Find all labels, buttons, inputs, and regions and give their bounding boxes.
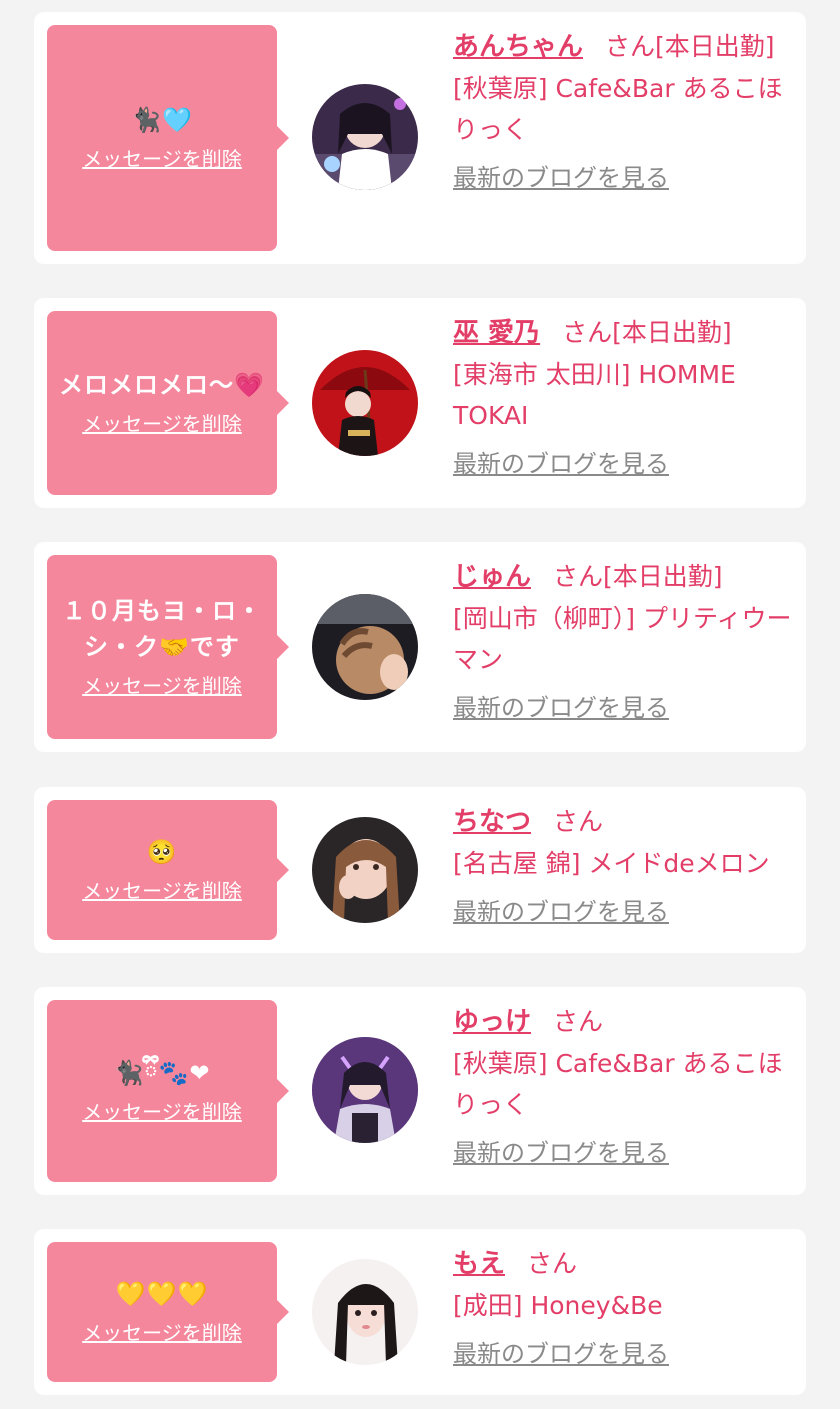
latest-blog-link[interactable]: 最新のブログを見る — [453, 892, 798, 932]
shop-label: [東海市 太田川] HOMME TOKAI — [453, 360, 736, 430]
message-bubble: １０月もヨ・ロ・シ・ク🤝です メッセージを削除 — [47, 555, 289, 739]
profile-name-link[interactable]: ゆっけ — [453, 1007, 531, 1037]
message-text: 🐈‍⬛ྀི🐾❤ — [113, 1059, 211, 1087]
attendance-badge: [本日出勤] — [603, 562, 723, 591]
message-text: 💛💛💛 — [115, 1280, 209, 1308]
honorific: さん — [527, 1249, 578, 1278]
honorific: さん — [553, 807, 604, 836]
attendance-badge: [本日出勤] — [612, 318, 732, 347]
avatar[interactable] — [312, 350, 418, 456]
profile-info: 巫 愛乃 さん[本日出勤] [東海市 太田川] HOMME TOKAI 最新のブロ… — [453, 312, 798, 484]
message-card: 🐈‍⬛ྀི🐾❤ メッセージを削除 ゆっけ さん [秋葉原] Cafe&Bar ある… — [34, 987, 806, 1195]
profile-name-link[interactable]: 巫 愛乃 — [453, 318, 540, 348]
message-card: 🐈‍⬛🩵 メッセージを削除 あんちゃん さん[本日出勤] [秋葉原] Cafe&B… — [34, 12, 806, 264]
message-text: メロメロメロ〜💗 — [59, 371, 265, 399]
delete-message-link[interactable]: メッセージを削除 — [82, 1318, 242, 1348]
avatar[interactable] — [312, 817, 418, 923]
shop-label: [岡山市（柳町）] プリティウーマン — [453, 604, 792, 674]
latest-blog-link[interactable]: 最新のブログを見る — [453, 1334, 798, 1374]
avatar[interactable] — [312, 1037, 418, 1143]
latest-blog-link[interactable]: 最新のブログを見る — [453, 688, 798, 728]
shop-label: [成田] Honey&Be — [453, 1291, 663, 1320]
shop-label: [秋葉原] Cafe&Bar あるこほりっく — [453, 1049, 783, 1119]
honorific: さん — [562, 318, 613, 347]
avatar[interactable] — [312, 594, 418, 700]
latest-blog-link[interactable]: 最新のブログを見る — [453, 158, 798, 198]
avatar[interactable] — [312, 1259, 418, 1365]
message-bubble: 🐈‍⬛🩵 メッセージを削除 — [47, 25, 289, 251]
profile-name-link[interactable]: ちなつ — [453, 807, 531, 837]
honorific: さん — [553, 562, 604, 591]
attendance-badge: [本日出勤] — [655, 32, 775, 61]
shop-label: [秋葉原] Cafe&Bar あるこほりっく — [453, 74, 783, 144]
message-card: 💛💛💛 メッセージを削除 もえ さん [成田] Honey&Be 最新のブログを見… — [34, 1229, 806, 1395]
message-text: 🥺 — [146, 838, 178, 866]
message-bubble: メロメロメロ〜💗 メッセージを削除 — [47, 311, 289, 495]
profile-info: じゅん さん[本日出勤] [岡山市（柳町）] プリティウーマン 最新のブログを見る — [453, 556, 798, 728]
profile-info: ゆっけ さん [秋葉原] Cafe&Bar あるこほりっく 最新のブログを見る — [453, 1001, 798, 1173]
message-text: 🐈‍⬛🩵 — [131, 106, 193, 134]
honorific: さん — [553, 1007, 604, 1036]
message-card: メロメロメロ〜💗 メッセージを削除 巫 愛乃 さん[本日出勤] [東海市 太田川]… — [34, 298, 806, 508]
delete-message-link[interactable]: メッセージを削除 — [82, 671, 242, 701]
delete-message-link[interactable]: メッセージを削除 — [82, 144, 242, 174]
profile-info: あんちゃん さん[本日出勤] [秋葉原] Cafe&Bar あるこほりっく 最新の… — [453, 26, 798, 198]
message-card: 🥺 メッセージを削除 ちなつ さん [名古屋 錦] メイドdeメロン 最新のブログ… — [34, 787, 806, 953]
delete-message-link[interactable]: メッセージを削除 — [82, 409, 242, 439]
profile-name-link[interactable]: もえ — [453, 1249, 505, 1279]
avatar[interactable] — [312, 84, 418, 190]
profile-info: もえ さん [成田] Honey&Be 最新のブログを見る — [453, 1243, 798, 1374]
profile-name-link[interactable]: じゅん — [453, 562, 531, 592]
message-bubble: 💛💛💛 メッセージを削除 — [47, 1242, 289, 1382]
message-list: 🐈‍⬛🩵 メッセージを削除 あんちゃん さん[本日出勤] [秋葉原] Cafe&B… — [0, 0, 840, 1409]
profile-info: ちなつ さん [名古屋 錦] メイドdeメロン 最新のブログを見る — [453, 801, 798, 932]
message-card: １０月もヨ・ロ・シ・ク🤝です メッセージを削除 じゅん さん[本日出勤] [岡山市… — [34, 542, 806, 752]
latest-blog-link[interactable]: 最新のブログを見る — [453, 444, 798, 484]
message-bubble: 🥺 メッセージを削除 — [47, 800, 289, 940]
honorific: さん — [605, 32, 656, 61]
delete-message-link[interactable]: メッセージを削除 — [82, 876, 242, 906]
message-text: １０月もヨ・ロ・シ・ク🤝です — [62, 597, 262, 661]
profile-name-link[interactable]: あんちゃん — [453, 32, 583, 62]
latest-blog-link[interactable]: 最新のブログを見る — [453, 1133, 798, 1173]
delete-message-link[interactable]: メッセージを削除 — [82, 1097, 242, 1127]
shop-label: [名古屋 錦] メイドdeメロン — [453, 849, 770, 878]
message-bubble: 🐈‍⬛ྀི🐾❤ メッセージを削除 — [47, 1000, 289, 1182]
